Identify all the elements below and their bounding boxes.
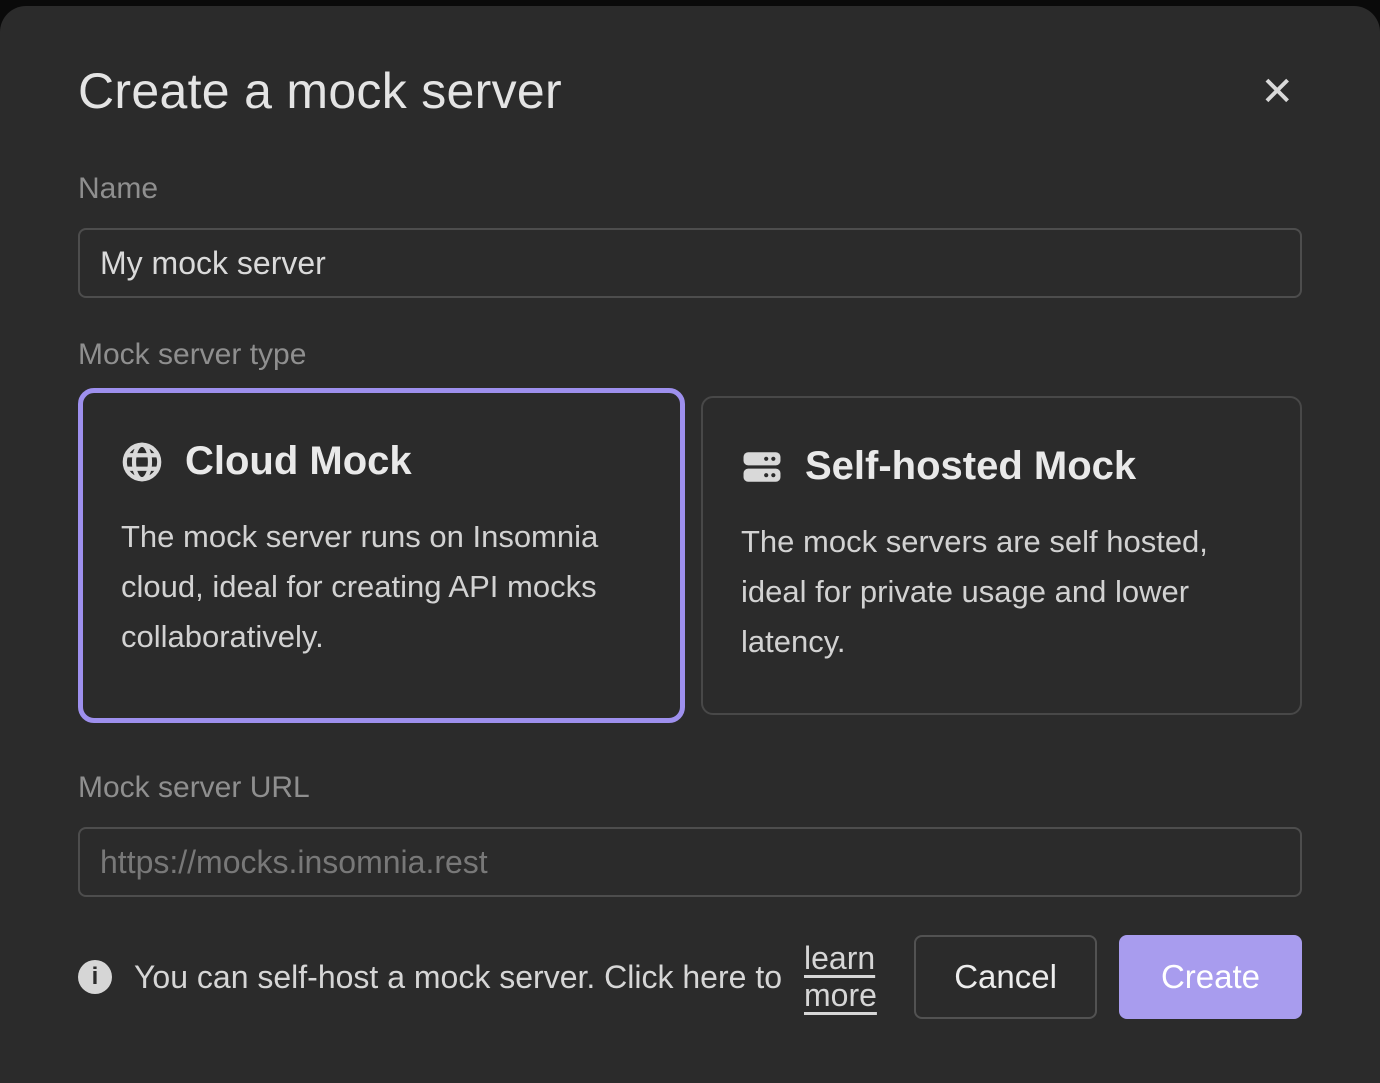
info-icon: i	[78, 960, 112, 994]
cloud-mock-card-header: Cloud Mock	[121, 439, 642, 484]
dialog-footer: i You can self-host a mock server. Click…	[78, 935, 1302, 1019]
mock-type-options: Cloud Mock The mock server runs on Insom…	[78, 388, 1302, 723]
server-icon	[741, 446, 783, 488]
self-hosted-mock-description: The mock servers are self hosted, ideal …	[741, 517, 1262, 667]
url-section: Mock server URL	[78, 771, 1302, 897]
name-input[interactable]	[78, 228, 1302, 298]
self-hosted-mock-title: Self-hosted Mock	[805, 444, 1136, 489]
self-hosted-mock-card-header: Self-hosted Mock	[741, 444, 1262, 489]
mock-type-label: Mock server type	[78, 338, 1302, 372]
cancel-button[interactable]: Cancel	[914, 935, 1097, 1019]
cloud-mock-title: Cloud Mock	[185, 439, 412, 484]
cloud-mock-card[interactable]: Cloud Mock The mock server runs on Insom…	[78, 388, 685, 723]
self-hosted-mock-card[interactable]: Self-hosted Mock The mock servers are se…	[701, 396, 1302, 715]
cloud-mock-description: The mock server runs on Insomnia cloud, …	[121, 512, 642, 662]
self-host-note: i You can self-host a mock server. Click…	[78, 940, 914, 1014]
create-mock-server-dialog: Create a mock server ✕ Name Mock server …	[0, 6, 1380, 1083]
dialog-header: Create a mock server ✕	[78, 62, 1302, 120]
mock-server-url-input[interactable]	[78, 827, 1302, 897]
name-label: Name	[78, 172, 1302, 206]
close-icon[interactable]: ✕	[1252, 62, 1302, 118]
learn-more-link[interactable]: learn more	[804, 940, 914, 1014]
dialog-title: Create a mock server	[78, 62, 562, 120]
note-text: You can self-host a mock server. Click h…	[134, 959, 782, 996]
url-label: Mock server URL	[78, 771, 1302, 805]
globe-icon	[121, 441, 163, 483]
mock-type-section: Mock server type Cloud Mock The mock ser…	[78, 338, 1302, 723]
create-button[interactable]: Create	[1119, 935, 1302, 1019]
name-section: Name	[78, 172, 1302, 298]
